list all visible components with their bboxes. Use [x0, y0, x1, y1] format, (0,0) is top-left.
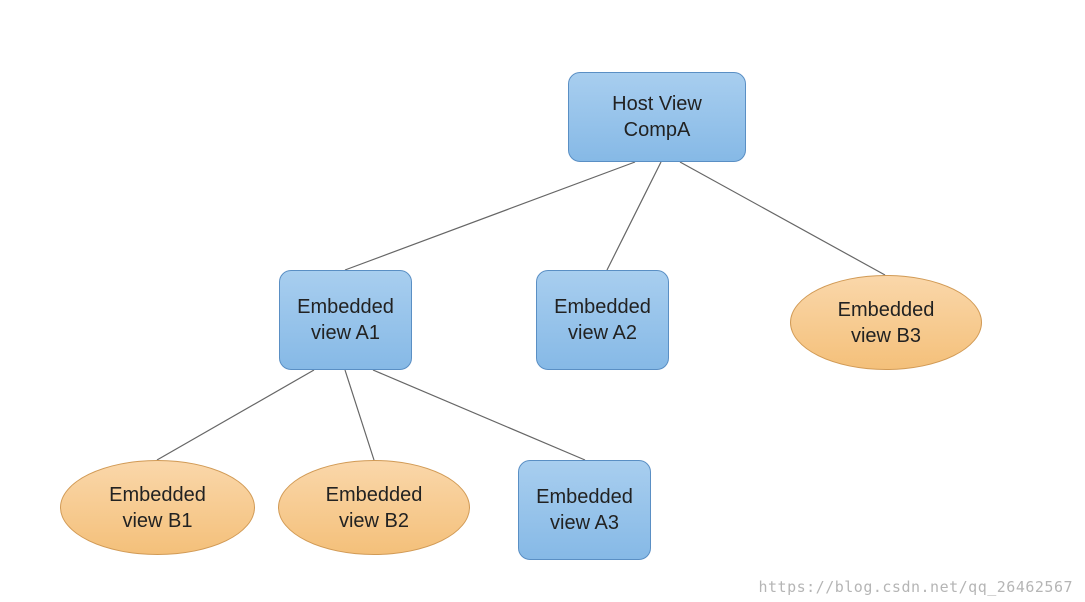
node-label-line1: Embedded [554, 294, 651, 320]
watermark-text: https://blog.csdn.net/qq_26462567 [758, 578, 1073, 596]
node-label-line1: Embedded [109, 482, 206, 508]
node-label-line1: Embedded [297, 294, 394, 320]
node-label-line1: Host View [612, 91, 702, 117]
node-label-line2: view A1 [311, 320, 380, 346]
node-label-line2: view A3 [550, 510, 619, 536]
node-label-line2: view A2 [568, 320, 637, 346]
node-embedded-view-a1: Embedded view A1 [279, 270, 412, 370]
node-embedded-view-b3: Embedded view B3 [790, 275, 982, 370]
node-label-line1: Embedded [326, 482, 423, 508]
node-label-line1: Embedded [838, 297, 935, 323]
node-label-line2: CompA [624, 117, 691, 143]
node-embedded-view-b2: Embedded view B2 [278, 460, 470, 555]
node-label-line2: view B1 [122, 508, 192, 534]
node-embedded-view-b1: Embedded view B1 [60, 460, 255, 555]
node-host-view-compa: Host View CompA [568, 72, 746, 162]
node-label-line2: view B3 [851, 323, 921, 349]
node-embedded-view-a2: Embedded view A2 [536, 270, 669, 370]
node-embedded-view-a3: Embedded view A3 [518, 460, 651, 560]
node-label-line1: Embedded [536, 484, 633, 510]
node-label-line2: view B2 [339, 508, 409, 534]
